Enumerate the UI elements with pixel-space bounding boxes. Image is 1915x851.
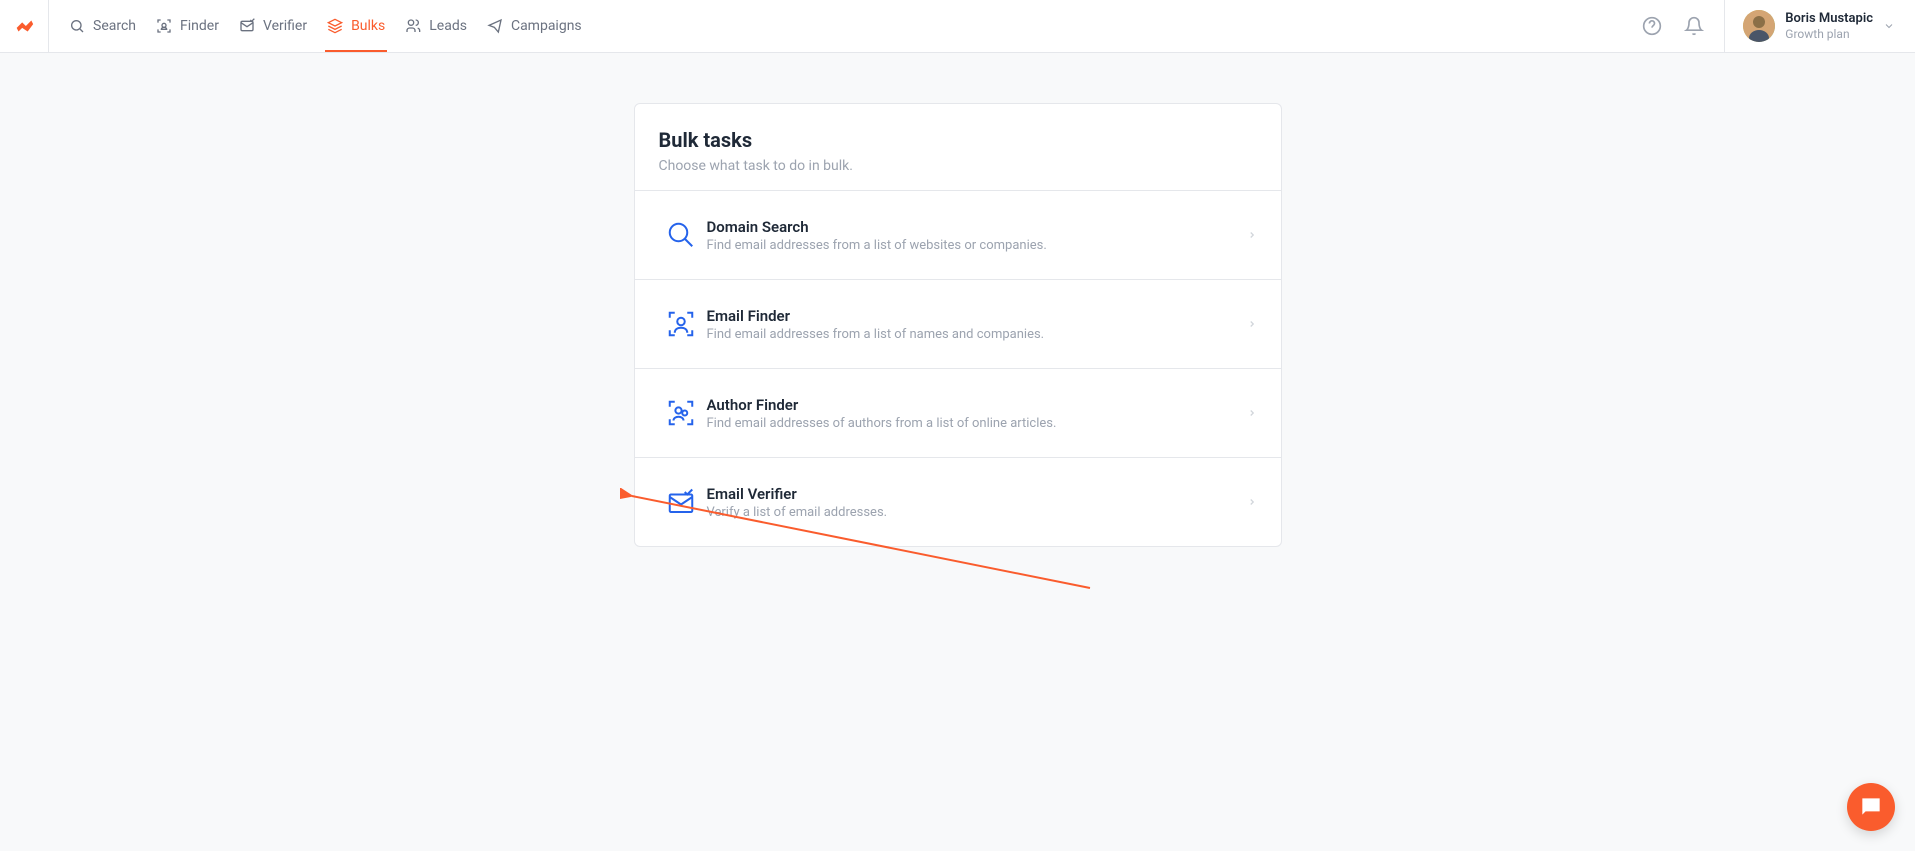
verifier-icon [239, 18, 255, 34]
nav-label: Bulks [351, 18, 385, 34]
chat-fab[interactable] [1847, 783, 1895, 831]
chevron-right-icon [1247, 316, 1257, 332]
avatar [1743, 10, 1775, 42]
magnify-icon [659, 213, 703, 257]
nav-label: Campaigns [511, 18, 582, 34]
task-email-verifier[interactable]: Email Verifier Verify a list of email ad… [635, 457, 1281, 546]
bulks-icon [327, 18, 343, 34]
user-menu[interactable]: Boris Mustapic Growth plan [1724, 0, 1895, 52]
task-author-finder[interactable]: Author Finder Find email addresses of au… [635, 368, 1281, 457]
task-desc: Verify a list of email addresses. [707, 505, 1247, 520]
bulk-tasks-card: Bulk tasks Choose what task to do in bul… [634, 103, 1282, 547]
chat-icon [1858, 794, 1884, 820]
nav-finder[interactable]: Finder [146, 0, 229, 52]
header: Search Finder Verifier Bulks Leads Campa… [0, 0, 1915, 53]
nav-leads[interactable]: Leads [395, 0, 477, 52]
avatar-image [1743, 10, 1775, 42]
nav-search[interactable]: Search [59, 0, 146, 52]
chevron-right-icon [1247, 494, 1257, 510]
page-title: Bulk tasks [659, 128, 1257, 152]
nav-campaigns[interactable]: Campaigns [477, 0, 592, 52]
main-nav: Search Finder Verifier Bulks Leads Campa… [49, 0, 592, 52]
task-desc: Find email addresses from a list of webs… [707, 238, 1247, 253]
help-icon [1642, 16, 1662, 36]
bell-icon [1684, 16, 1704, 36]
task-text: Domain Search Find email addresses from … [703, 218, 1247, 253]
people-scan-icon [659, 391, 703, 435]
search-icon [69, 18, 85, 34]
nav-verifier[interactable]: Verifier [229, 0, 317, 52]
task-title: Domain Search [707, 218, 1247, 236]
task-text: Email Verifier Verify a list of email ad… [703, 485, 1247, 520]
notifications-button[interactable] [1682, 14, 1706, 38]
help-button[interactable] [1640, 14, 1664, 38]
task-title: Email Verifier [707, 485, 1247, 503]
leads-icon [405, 18, 421, 34]
card-header: Bulk tasks Choose what task to do in bul… [635, 104, 1281, 190]
user-plan: Growth plan [1785, 27, 1873, 41]
nav-bulks[interactable]: Bulks [317, 0, 395, 52]
main-content: Bulk tasks Choose what task to do in bul… [0, 53, 1915, 547]
task-text: Email Finder Find email addresses from a… [703, 307, 1247, 342]
task-title: Author Finder [707, 396, 1247, 414]
envelope-check-icon [659, 480, 703, 524]
header-right: Boris Mustapic Growth plan [1640, 0, 1915, 52]
chevron-right-icon [1247, 405, 1257, 421]
nav-label: Search [93, 18, 136, 34]
logo-icon [13, 15, 35, 37]
nav-label: Verifier [263, 18, 307, 34]
nav-label: Leads [429, 18, 467, 34]
task-domain-search[interactable]: Domain Search Find email addresses from … [635, 190, 1281, 279]
finder-icon [156, 18, 172, 34]
chevron-right-icon [1247, 227, 1257, 243]
user-name: Boris Mustapic [1785, 11, 1873, 27]
task-title: Email Finder [707, 307, 1247, 325]
person-scan-icon [659, 302, 703, 346]
chevron-down-icon [1883, 20, 1895, 32]
logo[interactable] [0, 0, 49, 53]
task-text: Author Finder Find email addresses of au… [703, 396, 1247, 431]
page-subtitle: Choose what task to do in bulk. [659, 158, 1257, 174]
task-desc: Find email addresses of authors from a l… [707, 416, 1247, 431]
nav-label: Finder [180, 18, 219, 34]
user-text: Boris Mustapic Growth plan [1785, 11, 1873, 41]
task-desc: Find email addresses from a list of name… [707, 327, 1247, 342]
campaigns-icon [487, 18, 503, 34]
task-email-finder[interactable]: Email Finder Find email addresses from a… [635, 279, 1281, 368]
